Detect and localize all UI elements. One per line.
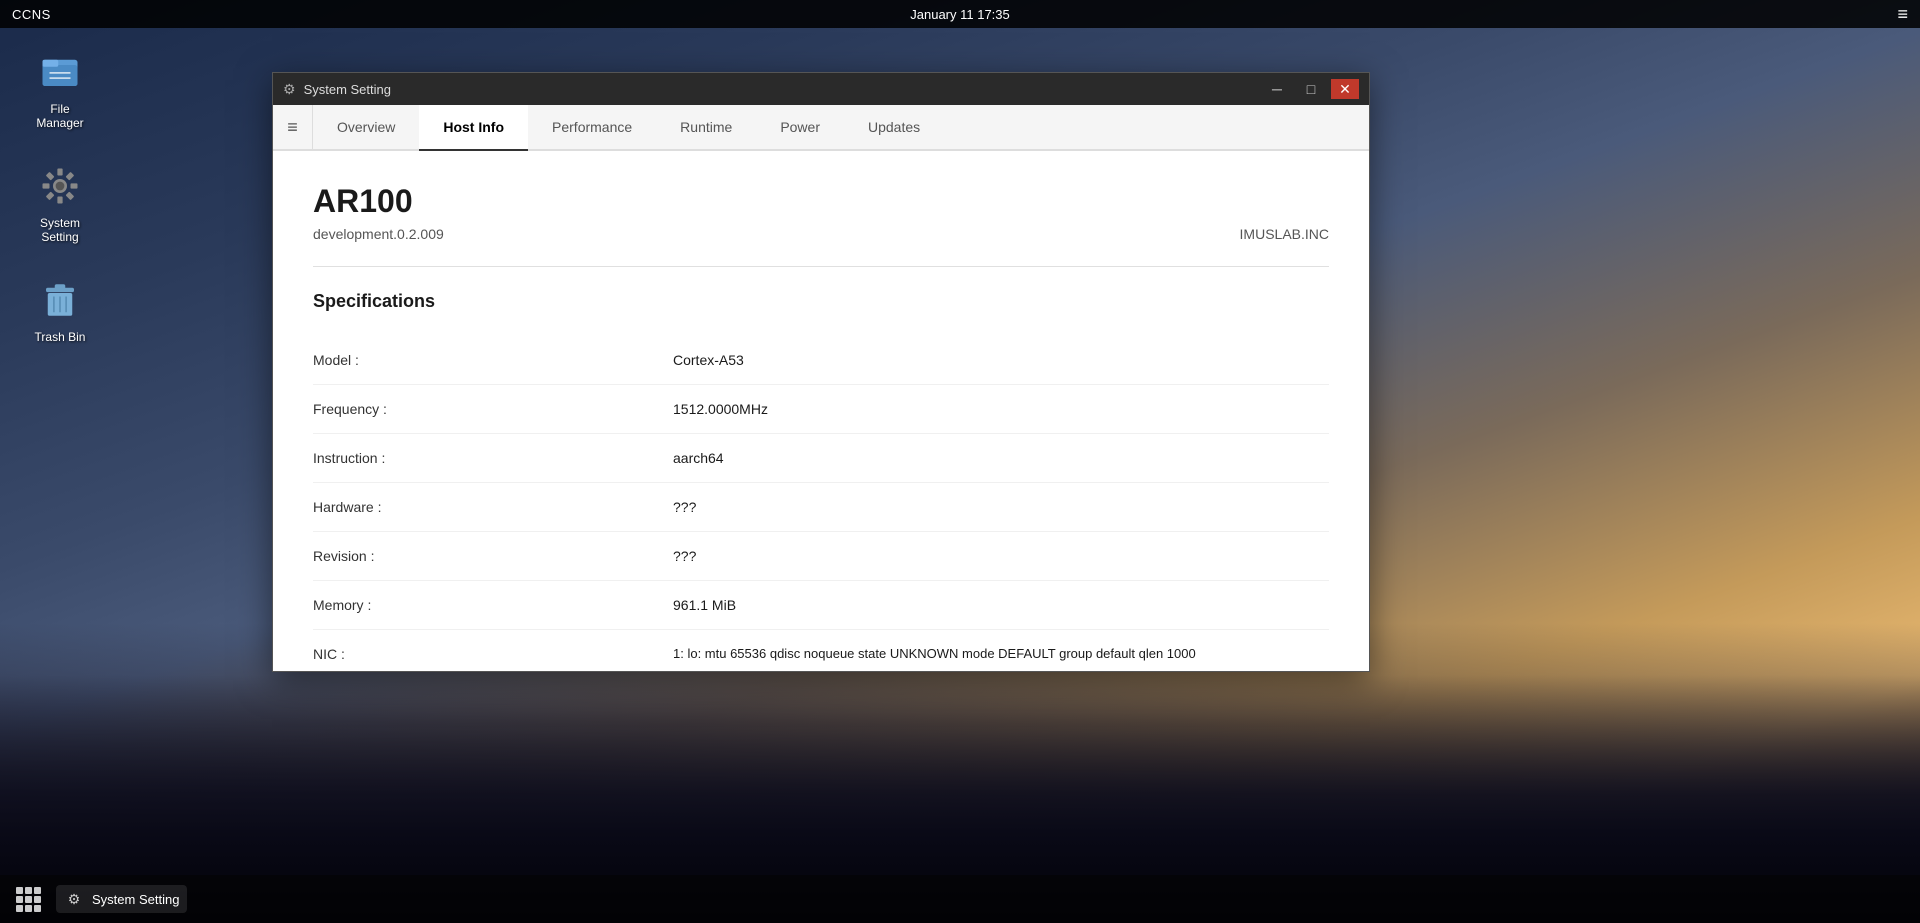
desktop-icon-trash-bin[interactable]: Trash Bin (20, 268, 100, 352)
trash-bin-icon-img (36, 276, 84, 324)
tab-menu-button[interactable]: ≡ (273, 105, 313, 149)
grid-dot (16, 896, 23, 903)
tab-overview[interactable]: Overview (313, 105, 419, 151)
tab-power[interactable]: Power (756, 105, 844, 151)
grid-dot (25, 905, 32, 912)
tab-host-info[interactable]: Host Info (419, 105, 528, 151)
spec-value-instruction: aarch64 (673, 450, 1329, 466)
spec-row-model: Model : Cortex-A53 (313, 336, 1329, 385)
system-setting-window: ⚙ System Setting ─ □ ✕ ≡ Overview Host I… (272, 72, 1370, 672)
spec-label-revision: Revision : (313, 548, 673, 564)
taskbar-app-label: System Setting (92, 892, 179, 907)
file-manager-icon (39, 51, 81, 93)
datetime-display: January 11 17:35 (910, 7, 1010, 22)
spec-row-revision: Revision : ??? (313, 532, 1329, 581)
grid-dot (25, 896, 32, 903)
window-titlebar: ⚙ System Setting ─ □ ✕ (273, 73, 1369, 105)
top-menu-button[interactable]: ≡ (1897, 4, 1908, 25)
close-button[interactable]: ✕ (1331, 79, 1359, 99)
app-name: CCNS (12, 7, 51, 22)
taskbar-top: CCNS January 11 17:35 ≡ (0, 0, 1920, 28)
system-setting-icon-img (36, 162, 84, 210)
tab-updates[interactable]: Updates (844, 105, 944, 151)
spec-value-revision: ??? (673, 548, 1329, 564)
spec-row-memory: Memory : 961.1 MiB (313, 581, 1329, 630)
spec-value-frequency: 1512.0000MHz (673, 401, 1329, 417)
host-info-left: AR100 development.0.2.009 (313, 183, 444, 242)
window-content[interactable]: AR100 development.0.2.009 IMUSLAB.INC Sp… (273, 151, 1369, 671)
grid-dot (25, 887, 32, 894)
desktop-icons: FileManager SystemSetting (20, 40, 100, 352)
specs-section: Specifications Model : Cortex-A53 Freque… (313, 291, 1329, 671)
host-model: AR100 (313, 183, 444, 220)
tab-runtime[interactable]: Runtime (656, 105, 756, 151)
desktop-icon-system-setting[interactable]: SystemSetting (20, 154, 100, 252)
trash-bin-label: Trash Bin (35, 330, 86, 344)
host-company: IMUSLAB.INC (1240, 226, 1329, 242)
spec-label-instruction: Instruction : (313, 450, 673, 466)
app-grid-button[interactable] (12, 883, 44, 915)
file-manager-label: FileManager (36, 102, 83, 130)
window-controls: ─ □ ✕ (1263, 79, 1359, 99)
taskbar-gear-icon: ⚙ (64, 889, 84, 909)
spec-row-hardware: Hardware : ??? (313, 483, 1329, 532)
spec-label-nic: NIC : (313, 646, 673, 662)
minimize-button[interactable]: ─ (1263, 79, 1291, 99)
grid-dot (16, 905, 23, 912)
spec-value-nic: 1: lo: mtu 65536 qdisc noqueue state UNK… (673, 646, 1329, 661)
system-setting-label: SystemSetting (40, 216, 80, 244)
spec-label-memory: Memory : (313, 597, 673, 613)
grid-dot (34, 896, 41, 903)
grid-dot (34, 887, 41, 894)
trash-bin-icon (39, 279, 81, 321)
window-title: System Setting (304, 82, 1255, 97)
specs-title: Specifications (313, 291, 1329, 312)
spec-row-instruction: Instruction : aarch64 (313, 434, 1329, 483)
file-manager-icon-img (36, 48, 84, 96)
spec-label-hardware: Hardware : (313, 499, 673, 515)
spec-value-hardware: ??? (673, 499, 1329, 515)
system-setting-icon (39, 165, 81, 207)
spec-label-model: Model : (313, 352, 673, 368)
window-tabs: ≡ Overview Host Info Performance Runtime… (273, 105, 1369, 151)
host-header: AR100 development.0.2.009 IMUSLAB.INC (313, 183, 1329, 267)
grid-dot (16, 887, 23, 894)
spec-label-frequency: Frequency : (313, 401, 673, 417)
window-title-icon: ⚙ (283, 81, 296, 98)
spec-row-nic: NIC : 1: lo: mtu 65536 qdisc noqueue sta… (313, 630, 1329, 671)
spec-value-model: Cortex-A53 (673, 352, 1329, 368)
host-version: development.0.2.009 (313, 226, 444, 242)
grid-icon (16, 887, 41, 912)
tab-performance[interactable]: Performance (528, 105, 656, 151)
taskbar-bottom: ⚙ System Setting (0, 875, 1920, 923)
grid-dot (34, 905, 41, 912)
taskbar-system-setting[interactable]: ⚙ System Setting (56, 885, 187, 913)
desktop-icon-file-manager[interactable]: FileManager (20, 40, 100, 138)
maximize-button[interactable]: □ (1297, 79, 1325, 99)
spec-value-memory: 961.1 MiB (673, 597, 1329, 613)
spec-row-frequency: Frequency : 1512.0000MHz (313, 385, 1329, 434)
